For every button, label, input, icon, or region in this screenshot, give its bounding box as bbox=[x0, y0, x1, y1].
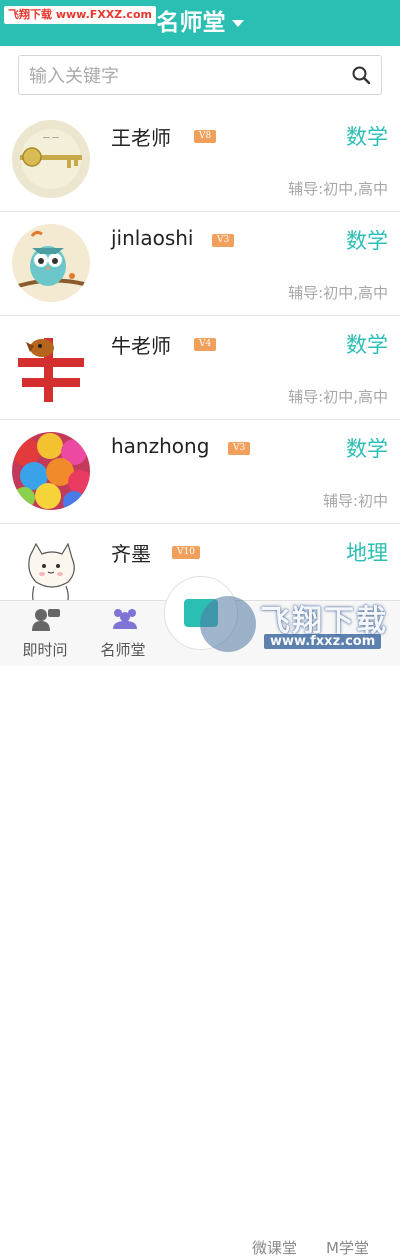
teacher-list: 一 一 王老师 V8 数学 辅导:初中,高中 jinlaoshi V3 数学 辅… bbox=[0, 108, 400, 628]
tab-famous-teachers[interactable]: 名师堂 bbox=[88, 601, 158, 666]
header-title-dropdown[interactable]: 名师堂 bbox=[0, 0, 400, 46]
watermark-bottom: 飞翔下载 www.fxxz.com bbox=[200, 590, 395, 660]
avatar bbox=[12, 224, 90, 302]
level-badge: V8 bbox=[194, 130, 217, 143]
tutor-info: 辅导:初中,高中 bbox=[288, 284, 388, 302]
caret-down-icon bbox=[231, 20, 244, 27]
avatar: 一 一 bbox=[12, 120, 90, 198]
person-chat-icon bbox=[32, 609, 60, 631]
watermark-logo-icon bbox=[200, 596, 256, 652]
teacher-subject: 数学 bbox=[346, 229, 388, 253]
search-icon[interactable] bbox=[351, 65, 371, 85]
level-badge: V3 bbox=[212, 234, 235, 247]
tutor-info: 辅导:初中 bbox=[322, 492, 388, 510]
app-header: 飞翔下载 www.FXXZ.com 名师堂 bbox=[0, 0, 400, 46]
teacher-name: hanzhong bbox=[111, 434, 210, 458]
avatar bbox=[12, 328, 90, 406]
teacher-name: 齐墨 bbox=[111, 542, 151, 566]
tab-instant-ask[interactable]: 即时问 bbox=[10, 601, 80, 666]
teacher-subject: 地理 bbox=[346, 541, 388, 565]
teacher-row[interactable]: 一 一 王老师 V8 数学 辅导:初中,高中 bbox=[0, 108, 400, 212]
tab-label: 即时问 bbox=[22, 641, 68, 659]
tutor-info: 辅导:初中,高中 bbox=[288, 388, 388, 406]
tab-micro-class[interactable]: 微课堂 bbox=[252, 1237, 297, 1258]
search-input[interactable] bbox=[27, 56, 341, 96]
teacher-subject: 数学 bbox=[346, 437, 388, 461]
search-box bbox=[18, 55, 382, 96]
teacher-subject: 数学 bbox=[346, 125, 388, 149]
page-title: 名师堂 bbox=[156, 10, 226, 36]
watermark-bottom-url: www.fxxz.com bbox=[264, 634, 382, 649]
group-icon bbox=[113, 609, 137, 629]
tutor-info: 辅导:初中,高中 bbox=[288, 180, 388, 198]
teacher-row[interactable]: jinlaoshi V3 数学 辅导:初中,高中 bbox=[0, 212, 400, 316]
level-badge: V10 bbox=[172, 546, 200, 559]
svg-text:一 一: 一 一 bbox=[43, 134, 59, 142]
teacher-row[interactable]: 牛老师 V4 数学 辅导:初中,高中 bbox=[0, 316, 400, 420]
tab-m-school[interactable]: M学堂 bbox=[326, 1237, 369, 1258]
level-badge: V4 bbox=[194, 338, 217, 351]
teacher-name: jinlaoshi bbox=[111, 226, 194, 250]
teacher-subject: 数学 bbox=[346, 333, 388, 357]
tab-label: 名师堂 bbox=[100, 641, 146, 659]
teacher-name: 牛老师 bbox=[111, 334, 171, 358]
level-badge: V3 bbox=[228, 442, 251, 455]
teacher-name: 王老师 bbox=[111, 126, 171, 150]
teacher-row[interactable]: hanzhong V3 数学 辅导:初中 bbox=[0, 420, 400, 524]
avatar bbox=[12, 432, 90, 510]
